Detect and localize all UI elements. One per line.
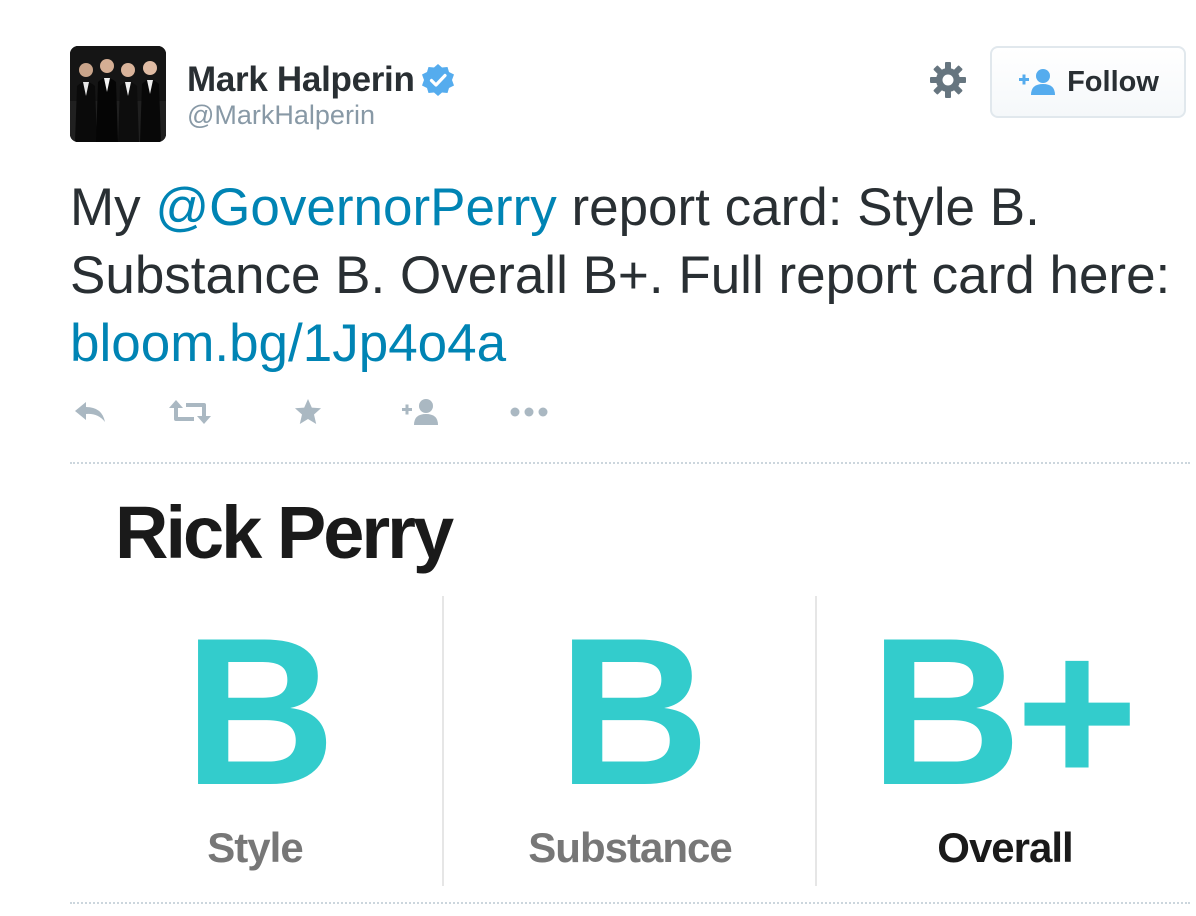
grade-overall: B+ bbox=[870, 594, 1138, 829]
user-name-row[interactable]: Mark Halperin bbox=[187, 58, 455, 102]
user-handle[interactable]: @MarkHalperin bbox=[187, 100, 375, 131]
display-name[interactable]: Mark Halperin bbox=[187, 60, 415, 100]
grade-label-style: Style bbox=[207, 824, 303, 871]
follow-label: Follow bbox=[1067, 65, 1159, 98]
gear-icon[interactable] bbox=[928, 60, 968, 100]
verified-badge-icon bbox=[421, 63, 455, 97]
card-divider-bottom bbox=[70, 902, 1190, 904]
reply-icon bbox=[72, 398, 108, 431]
url-link[interactable]: bloom.bg/1Jp4o4a bbox=[70, 314, 506, 373]
more-dots-icon bbox=[509, 405, 549, 423]
star-icon bbox=[293, 397, 323, 432]
card-column-divider bbox=[815, 596, 817, 886]
tweet-text-part1: My bbox=[70, 178, 156, 237]
grade-substance: B bbox=[558, 594, 710, 829]
avatar[interactable] bbox=[70, 46, 166, 142]
card-title: Rick Perry bbox=[115, 491, 454, 574]
grade-label-substance: Substance bbox=[528, 824, 732, 871]
report-card-image[interactable]: Rick Perry B B B+ Style Substance Overal… bbox=[70, 464, 1196, 902]
card-column-divider bbox=[442, 596, 444, 886]
follow-button[interactable]: Follow bbox=[990, 46, 1186, 118]
more-button[interactable] bbox=[508, 394, 550, 434]
add-user-icon bbox=[400, 397, 440, 432]
favorite-button[interactable] bbox=[292, 394, 324, 434]
retweet-icon bbox=[168, 397, 212, 432]
grade-style: B bbox=[184, 594, 336, 829]
add-user-icon bbox=[1017, 67, 1057, 97]
grade-label-overall: Overall bbox=[937, 824, 1073, 871]
tweet-text: My @GovernorPerry report card: Style B. … bbox=[70, 174, 1180, 378]
mention-link[interactable]: @GovernorPerry bbox=[155, 178, 556, 237]
retweet-button[interactable] bbox=[166, 394, 214, 434]
reply-button[interactable] bbox=[70, 394, 110, 434]
tweet-actions bbox=[70, 394, 570, 434]
profile-photo bbox=[70, 46, 166, 142]
follow-action-button[interactable] bbox=[398, 394, 442, 434]
